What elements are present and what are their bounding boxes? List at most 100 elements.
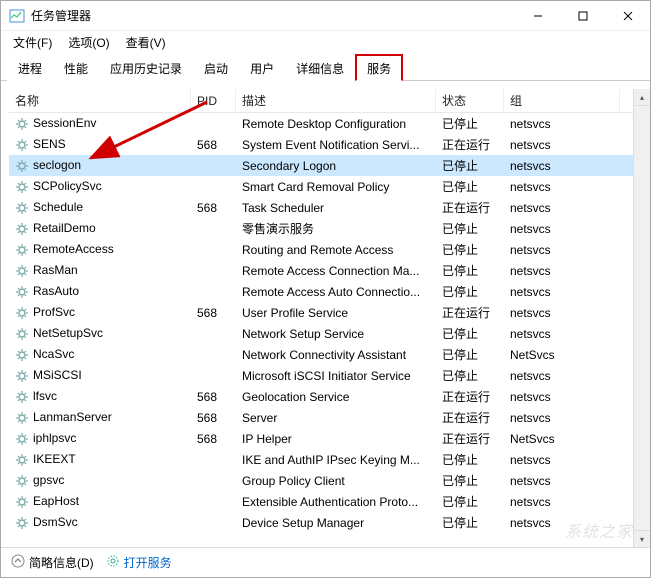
minimize-button[interactable] bbox=[515, 1, 560, 30]
service-name: RetailDemo bbox=[33, 221, 96, 235]
service-status: 已停止 bbox=[436, 115, 504, 132]
titlebar[interactable]: 任务管理器 bbox=[1, 1, 650, 31]
table-row[interactable]: RetailDemo零售演示服务已停止netsvcs bbox=[9, 218, 650, 239]
table-row[interactable]: RasAutoRemote Access Auto Connectio...已停… bbox=[9, 281, 650, 302]
tabbar: 进程 性能 应用历史记录 启动 用户 详细信息 服务 bbox=[1, 53, 650, 81]
table-row[interactable]: Schedule568Task Scheduler正在运行netsvcs bbox=[9, 197, 650, 218]
service-status: 正在运行 bbox=[436, 388, 504, 405]
table-row[interactable]: SENS568System Event Notification Servi..… bbox=[9, 134, 650, 155]
table-row[interactable]: DsmSvcDevice Setup Manager已停止netsvcs bbox=[9, 512, 650, 533]
column-name[interactable]: 名称 bbox=[9, 89, 191, 112]
column-group[interactable]: 组 bbox=[504, 89, 620, 112]
tab-users[interactable]: 用户 bbox=[239, 55, 285, 81]
open-services-label: 打开服务 bbox=[124, 554, 172, 571]
gear-icon bbox=[106, 554, 120, 571]
menubar: 文件(F) 选项(O) 查看(V) bbox=[1, 31, 650, 53]
table-body: SessionEnvRemote Desktop Configuration已停… bbox=[9, 113, 650, 547]
service-pid: 568 bbox=[191, 306, 236, 320]
service-icon bbox=[15, 243, 29, 257]
service-status: 已停止 bbox=[436, 262, 504, 279]
tab-services[interactable]: 服务 bbox=[355, 54, 403, 81]
service-description: Server bbox=[236, 411, 436, 425]
tab-processes[interactable]: 进程 bbox=[7, 55, 53, 81]
service-description: Smart Card Removal Policy bbox=[236, 180, 436, 194]
service-status: 正在运行 bbox=[436, 409, 504, 426]
service-icon bbox=[15, 390, 29, 404]
service-status: 已停止 bbox=[436, 157, 504, 174]
table-row[interactable]: SCPolicySvcSmart Card Removal Policy已停止n… bbox=[9, 176, 650, 197]
service-group: NetSvcs bbox=[504, 348, 620, 362]
column-description[interactable]: 描述 bbox=[236, 89, 436, 112]
table-row[interactable]: MSiSCSIMicrosoft iSCSI Initiator Service… bbox=[9, 365, 650, 386]
service-pid: 568 bbox=[191, 411, 236, 425]
table-row[interactable]: ProfSvc568User Profile Service正在运行netsvc… bbox=[9, 302, 650, 323]
service-name: SessionEnv bbox=[33, 116, 96, 130]
app-icon bbox=[9, 8, 25, 24]
table-row[interactable]: SessionEnvRemote Desktop Configuration已停… bbox=[9, 113, 650, 134]
service-status: 已停止 bbox=[436, 325, 504, 342]
service-icon bbox=[15, 159, 29, 173]
task-manager-window: 任务管理器 文件(F) 选项(O) 查看(V) 进程 性能 应用历史记录 启动 … bbox=[0, 0, 651, 578]
service-group: netsvcs bbox=[504, 306, 620, 320]
maximize-button[interactable] bbox=[560, 1, 605, 30]
tab-details[interactable]: 详细信息 bbox=[285, 55, 355, 81]
service-pid: 568 bbox=[191, 138, 236, 152]
service-icon bbox=[15, 348, 29, 362]
service-icon bbox=[15, 180, 29, 194]
service-name: RasAuto bbox=[33, 284, 79, 298]
close-button[interactable] bbox=[605, 1, 650, 30]
tab-startup[interactable]: 启动 bbox=[193, 55, 239, 81]
service-name: EapHost bbox=[33, 494, 79, 508]
service-description: Group Policy Client bbox=[236, 474, 436, 488]
service-group: netsvcs bbox=[504, 411, 620, 425]
service-status: 已停止 bbox=[436, 220, 504, 237]
tab-performance[interactable]: 性能 bbox=[53, 55, 99, 81]
service-description: Extensible Authentication Proto... bbox=[236, 495, 436, 509]
table-row[interactable]: LanmanServer568Server正在运行netsvcs bbox=[9, 407, 650, 428]
table-row[interactable]: NcaSvcNetwork Connectivity Assistant已停止N… bbox=[9, 344, 650, 365]
service-description: User Profile Service bbox=[236, 306, 436, 320]
service-name: iphlpsvc bbox=[33, 431, 76, 445]
table-row[interactable]: RasManRemote Access Connection Ma...已停止n… bbox=[9, 260, 650, 281]
service-group: netsvcs bbox=[504, 285, 620, 299]
column-pid[interactable]: PID bbox=[191, 89, 236, 112]
service-name: SCPolicySvc bbox=[33, 179, 102, 193]
table-row[interactable]: lfsvc568Geolocation Service正在运行netsvcs bbox=[9, 386, 650, 407]
service-group: netsvcs bbox=[504, 222, 620, 236]
service-icon bbox=[15, 495, 29, 509]
column-status[interactable]: 状态 bbox=[436, 89, 504, 112]
fewer-details-button[interactable]: 简略信息(D) bbox=[11, 554, 94, 571]
service-status: 已停止 bbox=[436, 514, 504, 531]
menu-options[interactable]: 选项(O) bbox=[62, 32, 115, 53]
scroll-down-icon[interactable]: ▾ bbox=[634, 530, 650, 547]
service-description: Task Scheduler bbox=[236, 201, 436, 215]
service-description: IP Helper bbox=[236, 432, 436, 446]
service-pid: 568 bbox=[191, 390, 236, 404]
service-icon bbox=[15, 222, 29, 236]
service-group: netsvcs bbox=[504, 369, 620, 383]
service-name: ProfSvc bbox=[33, 305, 75, 319]
table-row[interactable]: RemoteAccess Routing and Remote Access已停止… bbox=[9, 239, 650, 260]
table-row[interactable]: seclogonSecondary Logon已停止netsvcs bbox=[9, 155, 650, 176]
table-row[interactable]: NetSetupSvcNetwork Setup Service已停止netsv… bbox=[9, 323, 650, 344]
table-row[interactable]: gpsvcGroup Policy Client已停止netsvcs bbox=[9, 470, 650, 491]
service-name: IKEEXT bbox=[33, 452, 76, 466]
scroll-up-icon[interactable]: ▴ bbox=[634, 89, 650, 106]
service-status: 已停止 bbox=[436, 241, 504, 258]
menu-file[interactable]: 文件(F) bbox=[7, 32, 58, 53]
table-row[interactable]: EapHost Extensible Authentication Proto..… bbox=[9, 491, 650, 512]
open-services-link[interactable]: 打开服务 bbox=[106, 554, 172, 571]
vertical-scrollbar[interactable]: ▴ ▾ bbox=[633, 89, 650, 547]
service-description: Routing and Remote Access bbox=[236, 243, 436, 257]
service-group: netsvcs bbox=[504, 474, 620, 488]
table-row[interactable]: IKEEXTIKE and AuthIP IPsec Keying M...已停… bbox=[9, 449, 650, 470]
service-group: netsvcs bbox=[504, 201, 620, 215]
tab-app-history[interactable]: 应用历史记录 bbox=[99, 55, 193, 81]
service-status: 正在运行 bbox=[436, 199, 504, 216]
service-name: RemoteAccess bbox=[33, 242, 114, 256]
table-row[interactable]: iphlpsvc568IP Helper正在运行NetSvcs bbox=[9, 428, 650, 449]
window-controls bbox=[515, 1, 650, 30]
service-icon bbox=[15, 306, 29, 320]
menu-view[interactable]: 查看(V) bbox=[120, 32, 172, 53]
service-group: netsvcs bbox=[504, 138, 620, 152]
